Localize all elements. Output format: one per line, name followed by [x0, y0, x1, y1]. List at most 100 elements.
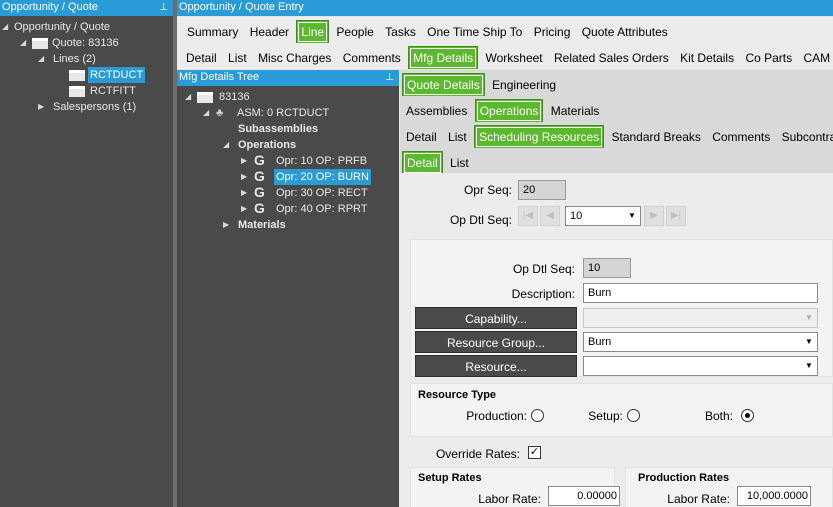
tab-standard-breaks[interactable]: Standard Breaks — [607, 126, 704, 148]
tab-list[interactable]: List — [224, 47, 251, 69]
tab-pricing[interactable]: Pricing — [530, 21, 575, 43]
override-rates-checkbox[interactable]: ✓ — [528, 446, 541, 459]
mfg-tree-op-10[interactable]: ▶ G Opr: 10 OP: PRFB — [177, 152, 399, 169]
tab-op-comments[interactable]: Comments — [708, 126, 774, 148]
tab-detail[interactable]: Detail — [182, 47, 221, 69]
mfg-tree: ◢ 83136 ◢ ♣ ASM: 0 RCTDUCT Subassemblies… — [177, 86, 399, 233]
tab-misc-charges[interactable]: Misc Charges — [254, 47, 335, 69]
op-dtl-seq-select[interactable]: 10 ▼ — [565, 206, 641, 226]
tree-node-line-rctduct[interactable]: RCTDUCT — [0, 67, 173, 83]
tab-quote-details[interactable]: Quote Details — [402, 73, 485, 96]
tab-subcontract[interactable]: Subcontract — [778, 126, 833, 148]
resource-select[interactable]: ▼ — [583, 356, 818, 376]
tab-co-parts[interactable]: Co Parts — [741, 47, 796, 69]
tab-scheduling-resources[interactable]: Scheduling Resources — [474, 125, 605, 148]
tab-operations[interactable]: Operations — [474, 99, 544, 122]
mfg-tree-op-20[interactable]: ▶ G Opr: 20 OP: BURN — [177, 168, 399, 185]
resource-group-button[interactable]: Resource Group... — [415, 331, 577, 353]
collapse-icon[interactable]: ◢ — [223, 137, 229, 153]
expand-icon[interactable]: ▶ — [223, 217, 229, 233]
chevron-down-icon[interactable]: ▼ — [801, 309, 817, 327]
mfg-tree-asm[interactable]: ◢ ♣ ASM: 0 RCTDUCT — [177, 105, 399, 121]
op-dtl-seq2-label: Op Dtl Seq: — [512, 262, 575, 276]
tab-people[interactable]: People — [332, 21, 377, 43]
tab-sched-detail[interactable]: Detail — [402, 151, 443, 174]
description-input[interactable]: Burn — [583, 283, 818, 303]
tab-kit-details[interactable]: Kit Details — [676, 47, 738, 69]
mfg-tree-op-40[interactable]: ▶ G Opr: 40 OP: RPRT — [177, 200, 399, 217]
tab-one-time-ship-to[interactable]: One Time Ship To — [423, 21, 526, 43]
tab-cam-jo[interactable]: CAM Jo — [799, 47, 833, 69]
tab-worksheet[interactable]: Worksheet — [482, 47, 547, 69]
production-labor-rate-input[interactable]: 10,000.0000 — [737, 486, 811, 506]
mfg-tree-op-30[interactable]: ▶ G Opr: 30 OP: RECT — [177, 184, 399, 201]
opportunity-tree-panel: Opportunity / Quote ⊥ ◢ Opportunity / Qu… — [0, 0, 173, 507]
chevron-down-icon[interactable]: ▼ — [624, 207, 640, 225]
expand-icon[interactable]: ▶ — [241, 185, 247, 201]
expand-icon[interactable]: ▶ — [241, 153, 247, 169]
next-record-button[interactable]: ▶ — [644, 206, 664, 226]
production-radio[interactable] — [531, 409, 544, 422]
tab-header[interactable]: Header — [246, 21, 293, 43]
collapse-icon[interactable]: ◢ — [185, 89, 191, 105]
mfg-tree-op-label: Opr: 40 OP: RPRT — [276, 203, 368, 215]
resource-group-select[interactable]: Burn ▼ — [583, 332, 818, 352]
tab-assemblies[interactable]: Assemblies — [402, 100, 471, 122]
tab-op-detail[interactable]: Detail — [402, 126, 441, 148]
op-dtl-seq-select-value: 10 — [570, 210, 583, 222]
tab-op-list[interactable]: List — [444, 126, 471, 148]
first-record-button[interactable]: |◀ — [518, 206, 538, 226]
tab-engineering[interactable]: Engineering — [488, 74, 560, 96]
tree-quote-label: Quote: 83136 — [52, 37, 119, 49]
capability-select[interactable]: ▼ — [583, 308, 818, 328]
mfg-tree-title: Mfg Details Tree ⊥ — [177, 70, 399, 86]
tab-quote-attributes[interactable]: Quote Attributes — [578, 21, 672, 43]
tree-node-line-rctfitt[interactable]: RCTFITT — [0, 83, 173, 99]
tree-lines-label: Lines (2) — [53, 53, 96, 65]
both-radio[interactable] — [741, 409, 754, 422]
tab-related-sales-orders[interactable]: Related Sales Orders — [550, 47, 673, 69]
capability-button[interactable]: Capability... — [415, 307, 577, 329]
collapse-icon[interactable]: ◢ — [20, 35, 26, 51]
last-record-button[interactable]: ▶| — [666, 206, 686, 226]
collapse-icon[interactable]: ◢ — [38, 51, 44, 67]
pin-icon[interactable]: ⊥ — [385, 70, 394, 85]
chevron-down-icon[interactable]: ▼ — [801, 333, 817, 351]
expand-icon[interactable]: ▶ — [38, 99, 44, 115]
operation-icon: G — [254, 200, 265, 216]
tab-sched-list[interactable]: List — [446, 152, 473, 174]
setup-radio[interactable] — [627, 409, 640, 422]
opr-seq-field: 20 — [518, 180, 566, 200]
mfg-tree-quote[interactable]: ◢ 83136 — [177, 89, 399, 105]
tree-salespersons-label: Salespersons (1) — [53, 101, 137, 113]
mfg-tree-materials[interactable]: ▶ Materials — [177, 217, 399, 233]
window-title-text: Opportunity / Quote Entry — [179, 1, 304, 13]
resource-button[interactable]: Resource... — [415, 355, 577, 377]
override-rates-label: Override Rates: — [435, 447, 520, 461]
engineering-tab-row: Assemblies Operations Materials — [400, 96, 833, 122]
tree-node-salespersons[interactable]: ▶ Salespersons (1) — [0, 99, 173, 115]
tab-summary[interactable]: Summary — [183, 21, 242, 43]
setup-rates-panel: Setup Rates Labor Rate: 0.00000 — [410, 467, 620, 507]
mfg-tree-operations[interactable]: ◢ Operations — [177, 137, 399, 153]
setup-labor-rate-input[interactable]: 0.00000 — [548, 486, 620, 506]
collapse-icon[interactable]: ◢ — [2, 19, 8, 35]
tree-node-lines[interactable]: ◢ Lines (2) — [0, 51, 173, 67]
expand-icon[interactable]: ▶ — [241, 169, 247, 185]
previous-record-button[interactable]: ◀ — [540, 206, 560, 226]
operation-icon: G — [254, 184, 265, 200]
tab-mfg-details[interactable]: Mfg Details — [408, 46, 479, 69]
collapse-icon[interactable]: ◢ — [203, 105, 209, 121]
op-dtl-seq-label: Op Dtl Seq: — [449, 213, 512, 227]
tree-node-quote[interactable]: ◢ Quote: 83136 — [0, 35, 173, 51]
tab-line[interactable]: Line — [296, 20, 330, 43]
expand-icon[interactable]: ▶ — [241, 201, 247, 217]
tab-materials[interactable]: Materials — [547, 100, 604, 122]
tree-node-root[interactable]: ◢ Opportunity / Quote — [0, 19, 173, 35]
resource-panel: Op Dtl Seq: 10 Description: Burn Capabil… — [410, 239, 833, 377]
tab-tasks[interactable]: Tasks — [381, 21, 420, 43]
mfg-tree-subassemblies[interactable]: Subassemblies — [177, 121, 399, 137]
chevron-down-icon[interactable]: ▼ — [801, 357, 817, 375]
tab-comments[interactable]: Comments — [339, 47, 405, 69]
pin-icon[interactable]: ⊥ — [159, 0, 168, 15]
